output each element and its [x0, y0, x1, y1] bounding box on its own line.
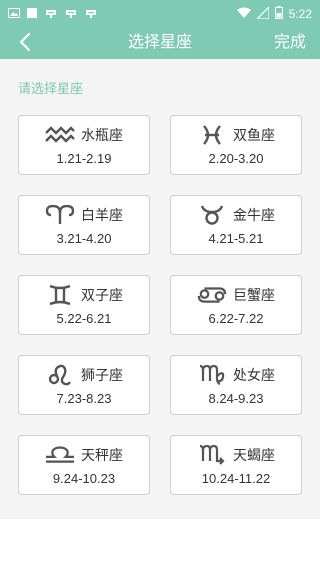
scorpio-icon	[197, 444, 227, 465]
zodiac-dates: 4.21-5.21	[208, 231, 264, 246]
blank-notification-icon	[26, 4, 38, 23]
zodiac-name: 巨蟹座	[233, 288, 275, 304]
virgo-icon	[197, 364, 227, 386]
leo-icon	[45, 364, 75, 386]
gemini-icon	[45, 285, 75, 305]
battery-icon	[274, 4, 283, 23]
zodiac-card-scorpio[interactable]: 天蝎座 10.24-11.22	[170, 435, 302, 495]
zodiac-name: 天秤座	[81, 448, 123, 464]
zodiac-name: 白羊座	[81, 208, 123, 224]
taurus-icon	[197, 205, 227, 225]
status-time: 5:22	[288, 6, 312, 21]
aries-icon	[45, 205, 75, 225]
zodiac-card-gemini[interactable]: 双子座 5.22-6.21	[18, 275, 150, 335]
zodiac-card-pisces[interactable]: 双鱼座 2.20-3.20	[170, 115, 302, 175]
status-indicators: 5:22	[236, 4, 312, 23]
zodiac-card-leo[interactable]: 狮子座 7.23-8.23	[18, 355, 150, 415]
zodiac-dates: 3.21-4.20	[56, 231, 112, 246]
zodiac-picker: 请选择星座 水瓶座 1.21-2.19 双鱼座 2.20-3.20 白羊座 3.…	[0, 59, 320, 519]
done-button[interactable]: 完成	[274, 24, 306, 59]
zodiac-card-aquarius[interactable]: 水瓶座 1.21-2.19	[18, 115, 150, 175]
bug-notification-icon	[84, 4, 98, 23]
zodiac-dates: 2.20-3.20	[208, 151, 264, 166]
chevron-left-icon	[19, 32, 31, 52]
zodiac-card-aries[interactable]: 白羊座 3.21-4.20	[18, 195, 150, 255]
app-bar: 选择星座 完成	[0, 24, 320, 59]
bug-notification-icon	[44, 4, 58, 23]
aquarius-icon	[45, 125, 75, 145]
zodiac-dates: 8.24-9.23	[208, 391, 264, 406]
zodiac-name: 金牛座	[233, 208, 275, 224]
zodiac-card-cancer[interactable]: 巨蟹座 6.22-7.22	[170, 275, 302, 335]
back-button[interactable]	[14, 30, 38, 54]
zodiac-name: 双子座	[81, 288, 123, 304]
pisces-icon	[197, 125, 227, 145]
cancer-icon	[197, 285, 227, 305]
signal-icon	[255, 4, 270, 23]
prompt-label: 请选择星座	[18, 82, 84, 97]
zodiac-name: 狮子座	[81, 368, 123, 384]
zodiac-name: 双鱼座	[233, 128, 275, 144]
zodiac-card-virgo[interactable]: 处女座 8.24-9.23	[170, 355, 302, 415]
zodiac-name: 水瓶座	[81, 128, 123, 144]
zodiac-name: 天蝎座	[233, 448, 275, 464]
bug-notification-icon	[64, 4, 78, 23]
zodiac-dates: 10.24-11.22	[201, 471, 271, 486]
zodiac-dates: 7.23-8.23	[56, 391, 112, 406]
zodiac-card-taurus[interactable]: 金牛座 4.21-5.21	[170, 195, 302, 255]
zodiac-dates: 1.21-2.19	[56, 151, 112, 166]
wifi-icon	[236, 4, 251, 23]
status-bar: 5:22	[0, 0, 320, 24]
zodiac-dates: 9.24-10.23	[52, 471, 116, 486]
libra-icon	[45, 445, 75, 465]
zodiac-name: 处女座	[233, 368, 275, 384]
page-title: 选择星座	[127, 32, 192, 51]
zodiac-card-libra[interactable]: 天秤座 9.24-10.23	[18, 435, 150, 495]
zodiac-dates: 5.22-6.21	[56, 311, 112, 326]
image-notification-icon	[8, 4, 20, 23]
zodiac-dates: 6.22-7.22	[208, 311, 264, 326]
status-notifications	[8, 4, 98, 23]
